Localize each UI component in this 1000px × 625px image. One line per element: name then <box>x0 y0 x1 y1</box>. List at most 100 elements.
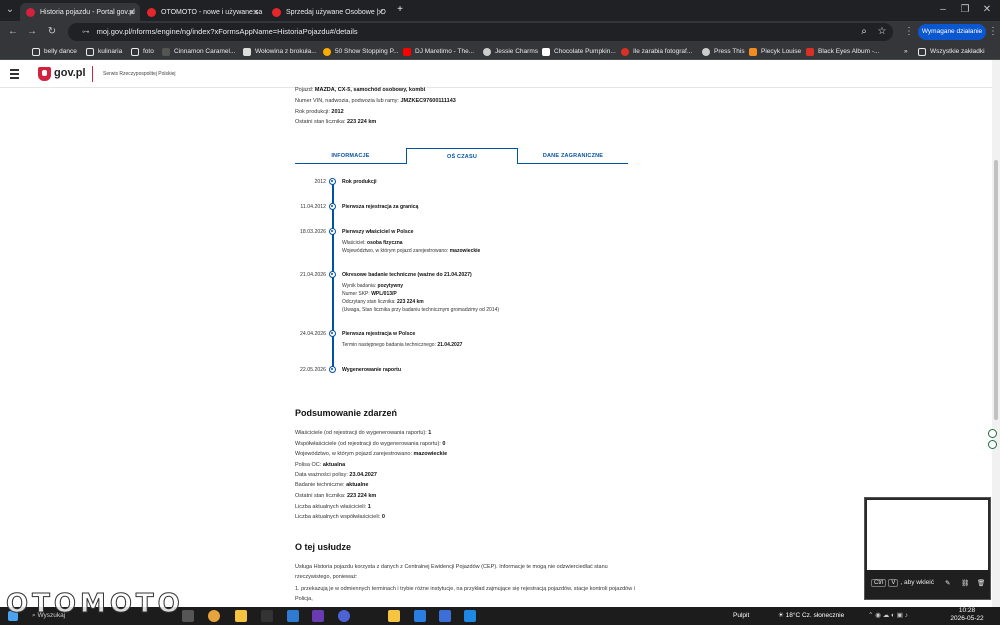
tab-informacje[interactable]: INFORMACJE <box>295 148 406 164</box>
folder-icon <box>918 47 926 56</box>
chrome-icon[interactable] <box>208 610 220 622</box>
sun-icon: ☀ <box>778 612 786 619</box>
bookmark-item[interactable]: DJ Maretimo - The... <box>403 45 474 58</box>
year-info-row: Rok produkcji: 2012 <box>295 109 344 115</box>
bookmark-folder[interactable]: belly dance <box>32 45 77 58</box>
timeline-title: Wygenerowanie raportu <box>342 367 401 373</box>
reload-icon[interactable]: ↻ <box>45 25 59 39</box>
back-arrow-icon[interactable]: ← <box>6 25 20 39</box>
bookmark-item[interactable]: Black Eyes Album -... <box>806 45 879 58</box>
bookmark-folder[interactable]: foto <box>131 45 154 58</box>
timeline-dot <box>329 178 336 185</box>
extensions-icon[interactable]: ⋮ <box>902 25 916 39</box>
otomoto-favicon-icon <box>147 7 156 17</box>
summary-row: Województwo, w którym pojazd zarejestrow… <box>295 451 448 457</box>
required-action-button[interactable]: Wymagane działanie <box>918 24 986 40</box>
hamburger-menu-icon[interactable] <box>10 69 19 81</box>
window-close-icon[interactable]: ✕ <box>980 3 994 17</box>
vehicle-info-row: Pojazd: MAZDA, CX-5, samochód osobowy, k… <box>295 87 426 93</box>
timeline-date: 11.04.2012 <box>300 204 326 210</box>
address-bar[interactable]: ⊶ moj.gov.pl/nforms/engine/ng/index?xFor… <box>68 23 893 41</box>
close-icon[interactable]: ✕ <box>252 8 259 17</box>
browser-tab-strip: ⌄ Historia pojazdu - Portal gov.pl ✕ OTO… <box>0 0 1000 21</box>
new-tab-plus-icon[interactable]: + <box>393 3 407 17</box>
vin-value: JMZKEC97600111143 <box>400 98 456 104</box>
timeline-date: 21.04.2026 <box>300 272 326 278</box>
scrollbar-thumb[interactable] <box>994 160 998 420</box>
timeline-date: 18.03.2026 <box>300 229 326 235</box>
timeline-detail: Odczytany stan licznika: 223 224 km <box>342 299 424 305</box>
timeline-title: Okresowe badanie techniczne (ważne do 21… <box>342 272 472 278</box>
bookmark-item[interactable]: Jessie Charms <box>483 45 538 58</box>
clock[interactable]: 10:28 2026-05-22 <box>947 607 987 622</box>
more-bookmarks-chevron-icon[interactable]: » <box>904 45 908 58</box>
weather-widget[interactable]: ☀ 18°C Cz. słonecznie <box>778 609 844 623</box>
timeline-detail: Województwo, w którym pojazd zarejestrow… <box>342 248 481 254</box>
photos-icon[interactable] <box>414 610 426 622</box>
link-icon[interactable]: ⛓ <box>961 579 969 587</box>
desktop-label[interactable]: Pulpit <box>733 609 749 623</box>
bookmark-folder[interactable]: kulinaria <box>86 45 122 58</box>
folder-icon[interactable] <box>388 610 400 622</box>
site-header: gov.pl Serwis Rzeczypospolitej Polskiej <box>0 60 992 88</box>
bookmark-item[interactable]: Cinnamon Caramel... <box>162 45 235 58</box>
otomoto-watermark: OTOMOTO <box>6 589 184 620</box>
bookmark-favicon-icon <box>542 47 550 56</box>
site-subtitle: Serwis Rzeczypospolitej Polskiej <box>103 71 176 77</box>
accessibility-close-icon[interactable] <box>988 429 997 438</box>
capture-preview-toolbar: Ctrl V, aby wkleić ✎ ⛓ 🗑 <box>865 570 990 599</box>
maximize-icon[interactable]: ❐ <box>958 3 972 17</box>
zoom-search-icon[interactable]: ⌕ <box>857 25 871 39</box>
gov-logo[interactable]: gov.pl <box>54 67 86 79</box>
header-divider <box>92 66 93 82</box>
minimize-icon[interactable]: – <box>936 3 950 17</box>
store-icon[interactable] <box>312 610 324 622</box>
tray-icons[interactable]: ⌃ ◉ ☁ ◐ ▣ ♪ <box>868 609 908 623</box>
timeline-title: Pierwsza rejestracja w Polsce <box>342 331 416 337</box>
tab-title: Sprzedaj używane Osobowe | O <box>286 8 386 16</box>
summary-row: Polisa OC: aktualna <box>295 462 346 468</box>
clock-date: 2026-05-22 <box>950 615 984 622</box>
bookmark-star-icon[interactable]: ☆ <box>875 25 889 39</box>
bookmark-item[interactable]: Piecyk Louise <box>749 45 801 58</box>
timeline-title: Pierwsza rejestracja za granicą <box>342 204 419 210</box>
forward-arrow-icon[interactable]: → <box>25 25 39 39</box>
bookmark-item[interactable]: Ile zarabia fotograf... <box>621 45 692 58</box>
summary-row: Badanie techniczne: aktualne <box>295 482 369 488</box>
timeline-dot <box>329 366 336 373</box>
file-explorer-icon[interactable] <box>235 610 247 622</box>
dropbox-icon[interactable] <box>464 610 476 622</box>
app-icon[interactable] <box>261 610 273 622</box>
site-info-icon[interactable]: ⊶ <box>82 27 90 36</box>
app-icon[interactable] <box>439 610 451 622</box>
trash-icon[interactable]: 🗑 <box>977 579 985 587</box>
menu-kebab-icon[interactable]: ⋮ <box>986 25 1000 39</box>
tab-sprzedaj[interactable]: Sprzedaj używane Osobowe | O ✕ <box>266 3 389 21</box>
summary-row: Data ważności polisy: 23.04.2027 <box>295 472 377 478</box>
app-icon[interactable] <box>338 610 350 622</box>
summary-row: Współwłaściciele (od rejestracji do wyge… <box>295 441 446 447</box>
close-icon[interactable]: ✕ <box>377 8 384 17</box>
capture-preview[interactable]: Ctrl V, aby wkleić ✎ ⛓ 🗑 <box>864 497 991 600</box>
tab-otomoto[interactable]: OTOMOTO - nowe i używane sa ✕ <box>141 3 264 21</box>
bookmark-favicon-icon <box>162 47 170 56</box>
close-icon[interactable]: ✕ <box>128 8 135 17</box>
tab-os-czasu[interactable]: OŚ CZASU <box>406 148 518 164</box>
tab-search-icon[interactable]: ⌄ <box>3 3 17 17</box>
bookmark-item[interactable]: Chocolate Pumpkin... <box>542 45 616 58</box>
bookmark-item[interactable]: Press This <box>702 45 745 58</box>
bookmark-item[interactable]: 50 Show Stopping P... <box>323 45 398 58</box>
url-text: moj.gov.pl/nforms/engine/ng/index?xForms… <box>96 27 358 36</box>
accessibility-icon[interactable] <box>988 440 997 449</box>
tab-historia-pojazdu[interactable]: Historia pojazdu - Portal gov.pl ✕ <box>20 3 140 21</box>
page-content: gov.pl Serwis Rzeczypospolitej Polskiej … <box>0 60 992 607</box>
bookmark-item[interactable]: Wołowina z brokuła... <box>243 45 317 58</box>
tab-dane-zagraniczne[interactable]: DANE ZAGRANICZNE <box>518 148 628 164</box>
folder-icon <box>86 47 94 56</box>
all-bookmarks-folder[interactable]: Wszystkie zakładki <box>918 45 985 58</box>
edit-pen-icon[interactable]: ✎ <box>945 579 950 587</box>
v-key: V <box>888 579 899 587</box>
task-view-icon[interactable] <box>182 610 194 622</box>
edge-icon[interactable] <box>287 610 299 622</box>
summary-row: Ostatni stan licznika: 223 224 km <box>295 493 377 499</box>
